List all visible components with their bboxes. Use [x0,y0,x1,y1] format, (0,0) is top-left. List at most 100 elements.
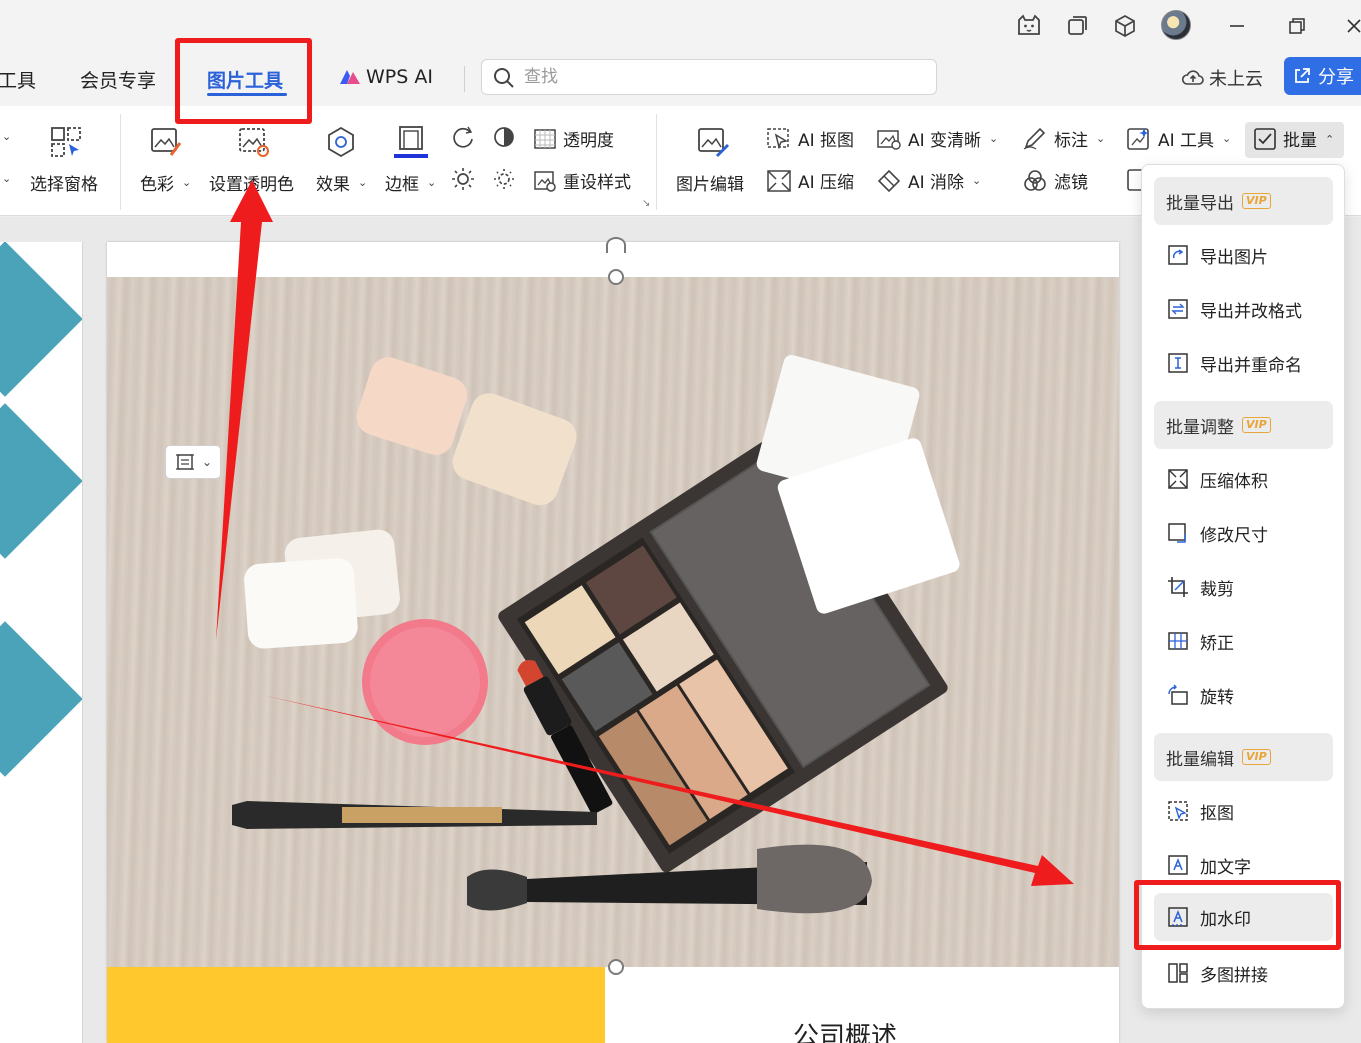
menu-group-batch-edit: 批量编辑 VIP [1154,733,1333,781]
annotation-box-picture-tools [175,38,312,124]
tab-wps-ai[interactable]: WPS AI [338,66,433,88]
slide-title[interactable]: 公司概述 [793,1016,897,1043]
selection-pane-button[interactable]: 选择窗格 [30,170,98,195]
picture-edit-button[interactable]: 图片编辑 [676,170,744,195]
grid-correct-icon [1166,629,1190,653]
batch-check-icon [1254,127,1276,150]
export-image-icon [1166,243,1190,267]
collage-icon [1166,961,1190,985]
batch-label: 批量 [1283,131,1317,151]
slide-thumbnail[interactable] [0,242,83,1043]
reset-style-button[interactable]: 重设样式 [533,168,631,193]
search-input[interactable] [524,64,924,90]
transparency-button[interactable]: 透明度 [533,126,614,151]
layout-options-icon [175,454,194,470]
tab-tools[interactable]: 工具 [0,66,36,93]
menu-item-correct[interactable]: 矫正 [1166,623,1336,659]
menu-item-export-rename[interactable]: 导出并重命名 [1166,345,1336,381]
floating-layout-button[interactable]: ⌄ [165,445,221,479]
picture-edit-icon[interactable] [695,124,731,160]
wps-ai-logo-icon [340,70,360,84]
ai-cutout-button[interactable]: AI 抠图 [766,126,854,151]
ribbon-overflow-caret[interactable]: ⌄ [0,130,11,143]
reset-style-label: 重设样式 [563,173,631,193]
share-label: 分享 [1318,67,1354,88]
selection-pane-icon[interactable] [48,124,84,160]
close-icon[interactable] [1340,12,1361,40]
menu-item-cutout[interactable]: 抠图 [1166,793,1336,829]
menu-item-export-image[interactable]: 导出图片 [1166,237,1336,273]
filter-label: 滤镜 [1054,173,1088,193]
tab-wps-ai-label: WPS AI [366,66,433,88]
border-button[interactable]: 边框 ⌄ [385,170,436,195]
tab-member[interactable]: 会员专享 [80,66,156,93]
cube-icon[interactable] [1111,12,1139,40]
resize-icon [1166,521,1190,545]
ai-cutout-label: AI 抠图 [798,131,855,151]
menu-item-crop[interactable]: 裁剪 [1166,569,1336,605]
cloud-status-button[interactable]: 未上云 [1181,65,1263,91]
brightness-up-icon[interactable] [448,164,478,194]
effects-icon[interactable] [323,124,359,160]
transparency-label: 透明度 [563,131,614,151]
thumb-diamond [0,403,82,559]
user-avatar[interactable] [1161,10,1191,40]
menu-item-collage[interactable]: 多图拼接 [1166,955,1336,991]
effects-button[interactable]: 效果 ⌄ [316,170,367,195]
color-button[interactable]: 色彩 ⌄ [140,170,191,195]
ai-erase-button[interactable]: AI 消除 ⌄ [876,168,981,193]
set-transparent-color-button[interactable]: 设置透明色 [209,170,294,195]
cat-assistant-icon[interactable] [1015,12,1043,40]
menu-item-label: 多图拼接 [1200,965,1268,986]
menu-item-label: 矫正 [1200,633,1234,654]
text-icon [1166,853,1190,877]
selection-handle-bottom[interactable] [608,959,624,975]
crop-icon [1166,575,1190,599]
selection-handle-top[interactable] [608,269,624,285]
windows-icon[interactable] [1063,12,1091,40]
menu-item-label: 导出图片 [1200,247,1268,268]
slide-canvas[interactable]: 公司概述 [107,242,1119,1043]
menu-item-rotate[interactable]: 旋转 [1166,677,1336,713]
rotate-left-icon[interactable] [448,122,478,152]
annotate-label: 标注 [1054,131,1088,151]
ai-compress-label: AI 压缩 [798,173,855,193]
color-icon[interactable] [148,124,184,160]
menu-item-export-format[interactable]: 导出并改格式 [1166,291,1336,327]
menu-item-add-text[interactable]: 加文字 [1166,847,1336,883]
ai-tools-label: AI 工具 [1158,131,1215,151]
cosmetics-photo[interactable] [107,277,1119,967]
brightness-down-icon[interactable] [489,164,519,194]
cutout-icon [1166,799,1190,823]
menu-item-compress[interactable]: 压缩体积 [1166,461,1336,497]
menu-item-label: 导出并改格式 [1200,301,1302,322]
ribbon-divider [120,114,121,210]
annotate-button[interactable]: 标注 ⌄ [1022,126,1105,151]
set-transparent-color-icon[interactable] [236,124,272,160]
search-icon [492,66,516,94]
ai-cutout-icon [767,127,789,149]
ribbon-overflow-caret-2[interactable]: ⌄ [0,172,11,185]
share-button[interactable]: 分享 [1284,57,1361,95]
dialog-launcher-icon[interactable]: ↘ [642,198,650,209]
restore-icon[interactable] [1283,12,1311,40]
rotate-handle-icon[interactable] [606,237,626,253]
yellow-block [107,967,605,1043]
vip-badge: VIP [1242,193,1271,209]
menu-group-label: 批量导出 [1166,193,1234,214]
menu-group-label: 批量调整 [1166,417,1234,438]
ai-sharpen-button[interactable]: AI 变清晰 ⌄ [876,126,998,151]
minimize-icon[interactable] [1223,12,1251,40]
ai-tools-button[interactable]: AI 工具 ⌄ [1126,126,1231,151]
search-box[interactable] [481,59,937,95]
cosmetics-illustration [232,354,960,914]
batch-button-content[interactable]: 批量 ⌄ [1253,126,1334,151]
contrast-icon[interactable] [489,122,519,152]
ai-compress-button[interactable]: AI 压缩 [766,168,854,193]
filter-button[interactable]: 滤镜 [1022,168,1088,193]
ribbon-divider [656,114,657,210]
export-format-icon [1166,297,1190,321]
border-icon[interactable] [393,124,429,160]
ai-tools-icon [1127,127,1149,150]
menu-item-resize[interactable]: 修改尺寸 [1166,515,1336,551]
